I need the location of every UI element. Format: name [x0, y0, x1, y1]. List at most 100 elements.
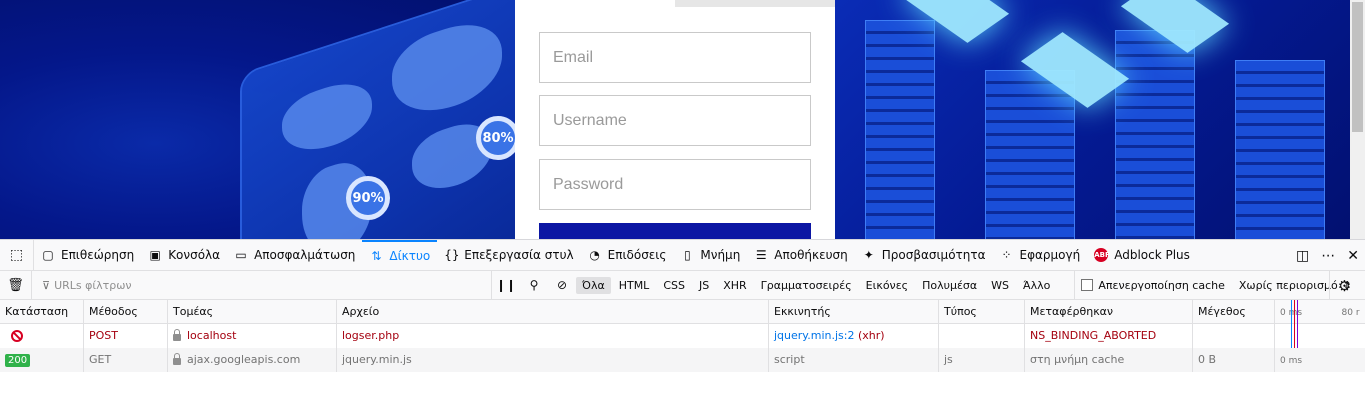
size-cell: 0 B — [1193, 348, 1275, 372]
world-map-illustration: 90% 80% — [0, 0, 515, 239]
cause-link[interactable]: jquery.min.js:2 — [774, 329, 854, 342]
filter-css-button[interactable]: CSS — [657, 277, 691, 294]
memory-icon: ▯ — [684, 248, 691, 262]
tab-network[interactable]: ⇅ Δίκτυο — [362, 239, 438, 271]
server-illustration — [835, 0, 1350, 239]
col-type[interactable]: Τύπος — [939, 299, 1025, 324]
table-row[interactable]: POST localhost logser.php jquery.min.js:… — [0, 324, 1365, 348]
filter-other-button[interactable]: Άλλο — [1017, 277, 1056, 294]
transferred-cell: NS_BINDING_ABORTED — [1025, 324, 1193, 348]
table-row[interactable]: 200 GET ajax.googleapis.com jquery.min.j… — [0, 348, 1365, 372]
tab-accessibility[interactable]: ✦ Προσβασιμότητα — [855, 240, 993, 271]
cause-cell: jquery.min.js:2 (xhr) — [769, 324, 939, 348]
filter-icon: ⊽ — [42, 278, 51, 292]
tab-storage[interactable]: ☰ Αποθήκευση — [747, 240, 854, 271]
domain-cell: localhost — [168, 324, 337, 348]
col-cause[interactable]: Εκκινητής — [769, 299, 939, 324]
page-scrollbar-thumb[interactable] — [1352, 2, 1363, 132]
file-cell: logser.php — [337, 324, 769, 348]
waterfall-timing: 0 ms — [1280, 356, 1303, 366]
filter-images-button[interactable]: Εικόνες — [860, 277, 914, 294]
col-status[interactable]: Κατάσταση — [0, 299, 84, 324]
disable-cache-toggle[interactable]: Απενεργοποίηση cache — [1074, 270, 1225, 300]
cause-type: (xhr) — [857, 329, 885, 342]
file-cell: jquery.min.js — [337, 348, 769, 372]
throttle-label: Χωρίς περιορισμό — [1238, 278, 1338, 292]
email-field[interactable] — [539, 32, 811, 83]
tab-style-editor[interactable]: {} Επεξεργασία στυλ — [437, 240, 580, 271]
inspector-icon: ▢ — [42, 248, 54, 262]
col-method[interactable]: Μέθοδος — [84, 299, 168, 324]
server-tower — [1235, 60, 1325, 239]
waterfall-marker — [1291, 300, 1292, 348]
accessibility-icon: ✦ — [863, 248, 874, 262]
style-editor-icon: {} — [444, 248, 460, 262]
url-filter[interactable]: ⊽ — [32, 270, 492, 300]
page-scrollbar[interactable] — [1350, 0, 1365, 239]
server-tower — [1115, 30, 1195, 239]
tab-adblock-plus[interactable]: ABP Adblock Plus — [1087, 240, 1197, 271]
col-waterfall[interactable]: 0 ms 80 r — [1275, 300, 1365, 324]
tab-application[interactable]: ⁘ Εφαρμογή — [993, 240, 1088, 271]
application-icon: ⁘ — [1001, 248, 1012, 262]
trash-icon[interactable]: 🗑 — [0, 270, 32, 300]
devtools-tabbar: ⬚ ▢ Επιθεώρηση ▣ Κονσόλα ▭ Αποσφαλμάτωση ⇅ Δ… — [0, 239, 1365, 271]
status-code-badge: 200 — [5, 353, 31, 367]
tab-memory[interactable]: ▯ Μνήμη — [673, 240, 747, 271]
lock-icon — [173, 328, 181, 341]
pause-icon[interactable]: ❙❙ — [492, 278, 520, 292]
submit-button[interactable] — [539, 223, 811, 239]
close-icon[interactable]: ✕ — [1347, 248, 1359, 264]
filter-html-button[interactable]: HTML — [613, 277, 656, 294]
transferred-cell: στη μνήμη cache — [1025, 348, 1193, 372]
method-cell: POST — [84, 324, 168, 348]
percent-badge-80: 80% — [476, 116, 515, 160]
waterfall-marker — [1294, 300, 1295, 348]
lock-icon — [173, 352, 181, 365]
waterfall-cell — [1275, 324, 1365, 348]
blocked-icon — [11, 330, 23, 342]
element-picker-icon[interactable]: ⬚ — [0, 239, 34, 271]
filter-js-button[interactable]: JS — [693, 277, 715, 294]
server-tower — [985, 70, 1075, 239]
storage-icon: ☰ — [755, 248, 767, 262]
disable-cache-checkbox[interactable] — [1081, 279, 1094, 291]
password-field[interactable] — [539, 159, 811, 210]
tab-inspector[interactable]: ▢ Επιθεώρηση — [34, 240, 141, 271]
col-size[interactable]: Μέγεθος — [1193, 299, 1275, 324]
filter-urls-input[interactable] — [54, 278, 455, 292]
method-cell: GET — [84, 348, 168, 372]
adblock-icon: ABP — [1094, 248, 1110, 262]
filter-fonts-button[interactable]: Γραμματοσειρές — [755, 277, 858, 294]
col-domain[interactable]: Τομέας — [168, 299, 337, 324]
dock-icon[interactable]: ◫ — [1296, 248, 1309, 264]
domain-cell: ajax.googleapis.com — [168, 348, 337, 372]
console-icon: ▣ — [149, 248, 161, 262]
debugger-icon: ▭ — [235, 248, 247, 262]
tab-console[interactable]: ▣ Κονσόλα — [141, 240, 227, 271]
filter-ws-button[interactable]: WS — [985, 277, 1015, 294]
username-field[interactable] — [539, 95, 811, 146]
signup-form — [515, 0, 835, 239]
network-toolbar: 🗑 ⊽ ❙❙ ⚲ ⊘ Όλα HTML CSS JS XHR Γραμματοσ… — [0, 270, 1365, 300]
search-icon[interactable]: ⚲ — [520, 278, 548, 292]
filter-xhr-button[interactable]: XHR — [717, 277, 752, 294]
filter-all-button[interactable]: Όλα — [576, 276, 611, 294]
block-icon[interactable]: ⊘ — [548, 278, 576, 292]
type-cell — [939, 324, 1025, 348]
cause-cell: script — [769, 348, 939, 372]
waterfall-marker — [1297, 300, 1298, 348]
performance-icon: ◔ — [589, 248, 600, 262]
settings-gear-icon[interactable]: ⚙ — [1329, 271, 1359, 300]
server-tower — [865, 20, 935, 239]
filter-media-button[interactable]: Πολυμέσα — [916, 277, 983, 294]
network-request-table: Κατάσταση Μέθοδος Τομέας Αρχείο Εκκινητή… — [0, 299, 1365, 372]
waterfall-tick: 80 r — [1341, 307, 1360, 318]
col-transferred[interactable]: Μεταφέρθηκαν — [1025, 299, 1193, 324]
tab-performance[interactable]: ◔ Επιδόσεις — [581, 240, 674, 271]
web-page: 90% 80% — [0, 0, 1365, 239]
form-header-bar — [675, 0, 835, 7]
tab-debugger[interactable]: ▭ Αποσφαλμάτωση — [227, 240, 362, 271]
more-options-icon[interactable]: ⋯ — [1321, 248, 1335, 264]
col-file[interactable]: Αρχείο — [337, 299, 769, 324]
